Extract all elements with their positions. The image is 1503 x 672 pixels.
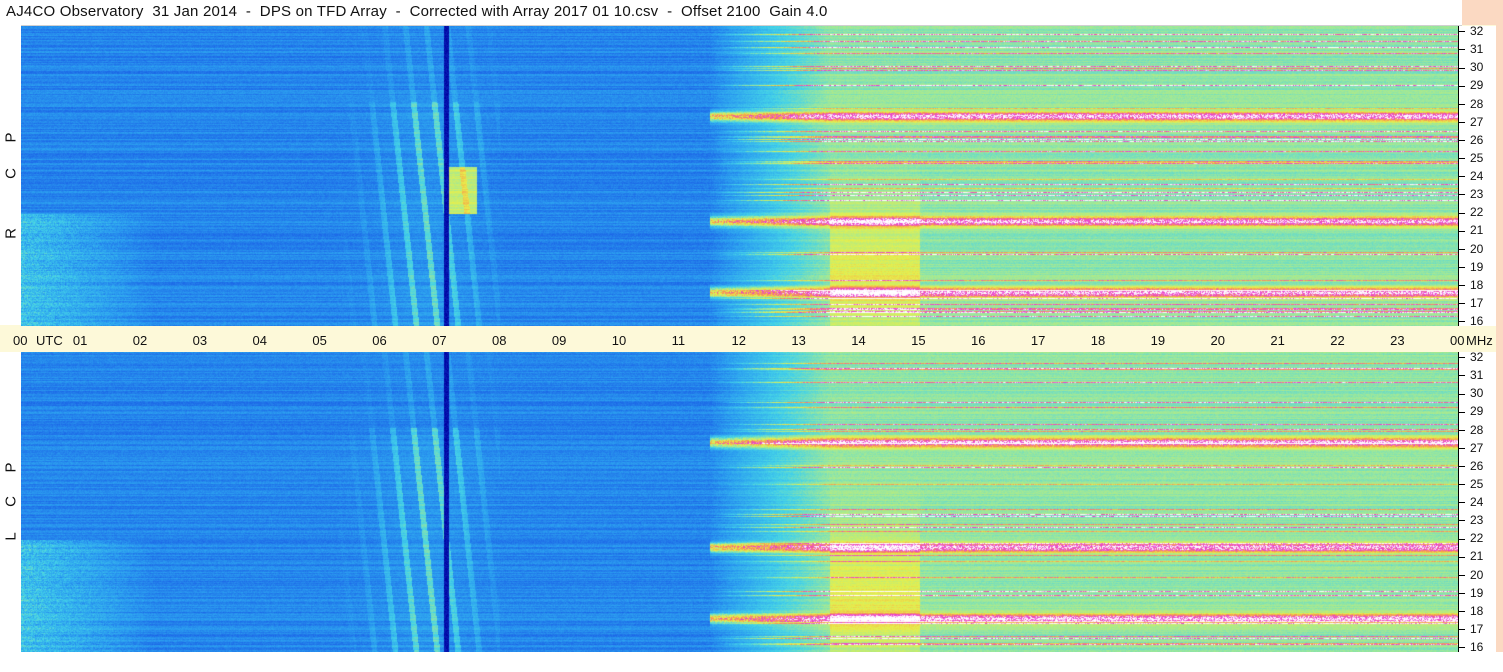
chart-title: AJ4CO Observatory 31 Jan 2014 - DPS on T…: [6, 3, 828, 20]
freq-tick-label: 28: [1459, 423, 1483, 437]
top-right-corner: [1462, 0, 1503, 25]
freq-unit-label: MHz: [1466, 333, 1493, 348]
time-unit-label: UTC: [36, 333, 63, 348]
time-tick-label: 10: [611, 333, 627, 348]
time-tick-label: 18: [1090, 333, 1106, 348]
rcp-label-c: C: [2, 168, 20, 179]
time-tick-label: 01: [72, 333, 88, 348]
freq-tick-label: 23: [1459, 187, 1483, 201]
freq-tick-label: 22: [1459, 531, 1483, 545]
bottom-strip: [0, 652, 1503, 672]
freq-tick-label: 20: [1459, 568, 1483, 582]
time-tick-label: 23: [1390, 333, 1405, 348]
freq-tick-label: 30: [1459, 386, 1483, 400]
freq-tick-label: 19: [1459, 586, 1483, 600]
time-tick-label: 02: [132, 333, 148, 348]
lcp-label-c: C: [2, 496, 20, 507]
freq-tick-label: 16: [1459, 314, 1483, 328]
time-tick-label: 04: [252, 333, 267, 348]
time-tick-label: 20: [1210, 333, 1225, 348]
freq-tick-label: 21: [1459, 223, 1483, 237]
freq-tick-label: 26: [1459, 133, 1483, 147]
freq-tick-label: 28: [1459, 97, 1483, 111]
freq-tick-label: 29: [1459, 404, 1483, 418]
freq-tick-label: 17: [1459, 296, 1483, 310]
time-tick-label: 11: [671, 333, 686, 348]
freq-tick-label: 17: [1459, 622, 1483, 636]
time-tick-label: 15: [911, 333, 926, 348]
freq-tick-label: 20: [1459, 242, 1483, 256]
freq-tick-label: 21: [1459, 549, 1483, 563]
freq-tick-label: 24: [1459, 169, 1483, 183]
freq-tick-label: 27: [1459, 115, 1483, 129]
time-tick-label: 16: [971, 333, 986, 348]
time-tick-label: 12: [731, 333, 746, 348]
freq-tick-label: 23: [1459, 513, 1483, 527]
freq-tick-label: 18: [1459, 278, 1483, 292]
freq-tick-label: 27: [1459, 441, 1483, 455]
time-tick-label: 00: [13, 333, 28, 348]
title-bar: AJ4CO Observatory 31 Jan 2014 - DPS on T…: [0, 0, 1462, 26]
rcp-label-p: P: [2, 132, 20, 143]
freq-tick-label: 32: [1459, 24, 1483, 38]
rcp-spectrogram: [21, 26, 1458, 326]
freq-tick-label: 19: [1459, 260, 1483, 274]
time-tick-label: 13: [791, 333, 806, 348]
time-tick-label: 06: [372, 333, 387, 348]
lcp-label-strip: L C P: [0, 352, 21, 652]
time-tick-label: 17: [1030, 333, 1046, 348]
freq-tick-label: 25: [1459, 477, 1483, 491]
time-tick-label: 07: [432, 333, 447, 348]
time-tick-label: 09: [551, 333, 567, 348]
lcp-label-p: P: [2, 462, 20, 473]
time-tick-label: 14: [851, 333, 866, 348]
freq-tick-label: 25: [1459, 151, 1483, 165]
freq-tick-label: 26: [1459, 459, 1483, 473]
freq-tick-label: 31: [1459, 42, 1483, 56]
time-tick-label: 21: [1270, 333, 1285, 348]
rcp-label-strip: R C P: [0, 25, 21, 325]
freq-tick-label: 22: [1459, 205, 1483, 219]
freq-tick-label: 29: [1459, 78, 1483, 92]
freq-tick-label: 30: [1459, 60, 1483, 74]
right-margin: [1496, 25, 1503, 672]
freq-tick-label: 18: [1459, 604, 1483, 618]
time-tick-label: 05: [312, 333, 327, 348]
time-tick-label: 00: [1450, 333, 1465, 348]
freq-tick-label: 24: [1459, 495, 1483, 509]
freq-tick-label: 32: [1459, 350, 1483, 364]
rcp-label-r: R: [2, 228, 20, 239]
lcp-label-l: L: [2, 532, 20, 541]
time-tick-label: 08: [492, 333, 507, 348]
time-tick-label: 19: [1150, 333, 1166, 348]
freq-tick-label: 31: [1459, 368, 1483, 382]
time-tick-label: 22: [1330, 333, 1345, 348]
utc-time-axis: 00 01 02 03 04 05 06 07 08 09 10 11 12 13 14 15 16 17 18 19…: [0, 326, 1493, 352]
time-tick-label: 03: [192, 333, 208, 348]
lcp-spectrogram: [21, 352, 1458, 652]
